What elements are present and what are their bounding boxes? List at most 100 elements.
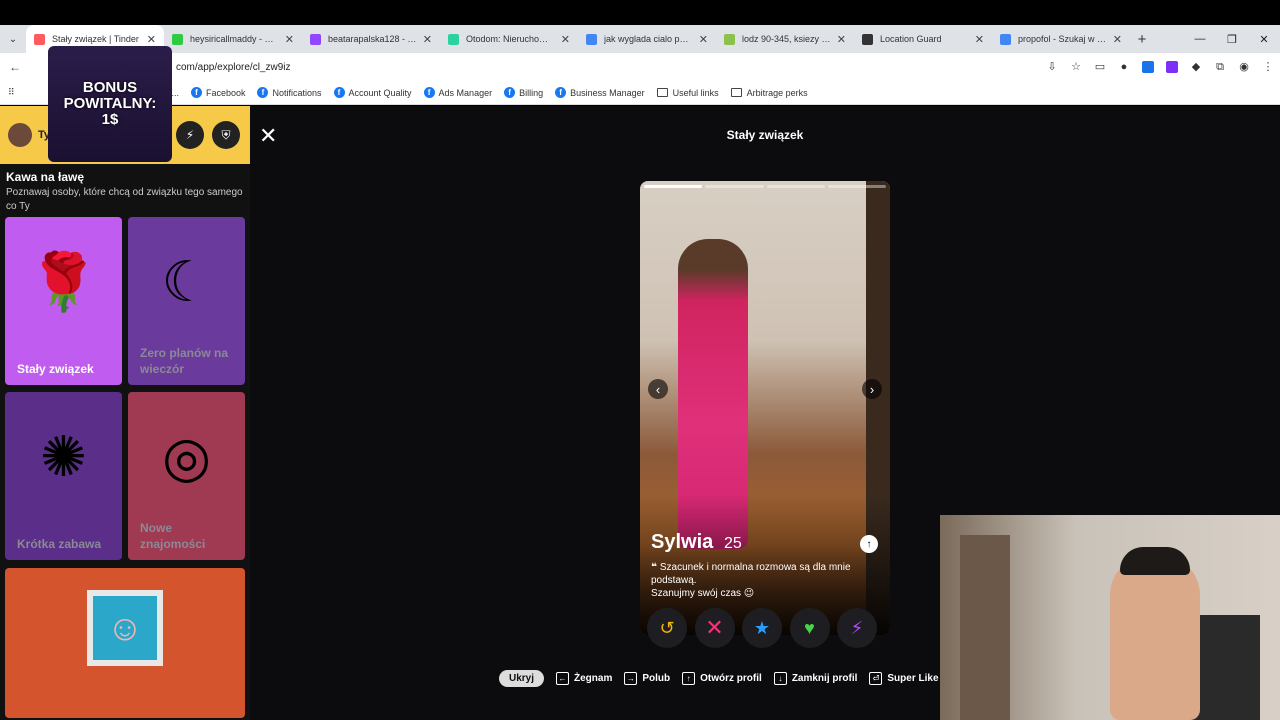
tab-4[interactable]: jak wyglada cialo pogryz ✕: [578, 25, 716, 53]
tab-5[interactable]: lodz 90-345, ksiezy mlyn ✕: [716, 25, 854, 53]
bookmark-2[interactable]: f Account Quality: [333, 87, 412, 98]
promo-line-2: POWITALNY:: [63, 95, 157, 112]
section-subtitle: Poznawaj osoby, które chcą od związku te…: [6, 187, 243, 212]
bookmark-1[interactable]: f Notifications: [257, 87, 322, 98]
tab-close-icon[interactable]: ✕: [699, 33, 708, 46]
shortcut-2: ↑ Otwórz profil: [682, 671, 762, 685]
quote-icon: ❝: [651, 562, 657, 573]
tab-close-icon[interactable]: ✕: [837, 33, 846, 46]
explore-card-4[interactable]: ◎ Nowe znajomości: [128, 392, 245, 560]
explore-card-5[interactable]: ☺: [5, 568, 245, 718]
tab-close-icon[interactable]: ✕: [285, 33, 294, 46]
menu-icon[interactable]: ⋮: [1262, 61, 1274, 73]
shortcut-label: Polub: [642, 672, 671, 684]
top-strip: [0, 0, 1280, 25]
minimize-icon[interactable]: —: [1184, 25, 1216, 53]
tab-7[interactable]: propofol - Szukaj w Goog ✕: [992, 25, 1130, 53]
bookmark-4[interactable]: f Billing: [504, 87, 543, 98]
explore-sidebar: Ty ⚡ ⛨ Kawa na ławę Poznawaj osoby, któr…: [0, 106, 250, 720]
card-art-icon: ✺: [40, 425, 87, 488]
avatar[interactable]: [8, 123, 32, 147]
tab-close-icon[interactable]: ✕: [1113, 33, 1122, 46]
like-button[interactable]: ♥: [789, 608, 830, 648]
explore-card-3[interactable]: ✺ Krótka zabawa: [5, 392, 122, 560]
tab-1[interactable]: heysiricallmaddy - Watch ✕: [164, 25, 302, 53]
tab-favicon-icon: [448, 33, 459, 45]
facebook-icon: f: [257, 87, 269, 98]
hide-shortcuts-button[interactable]: Ukryj: [499, 669, 545, 687]
photo-bar: [827, 185, 886, 188]
tab-2[interactable]: beatarapalska128 - Twitch ✕: [302, 25, 440, 53]
nope-button[interactable]: ✕: [694, 608, 735, 648]
extension-blue-icon[interactable]: [1142, 61, 1154, 73]
bookmark-6[interactable]: Useful links: [656, 87, 719, 98]
extensions-puzzle-icon[interactable]: ⧉: [1214, 61, 1226, 73]
shortcut-label: Super Like: [887, 672, 939, 684]
extension-shield-icon[interactable]: ◆: [1190, 61, 1202, 73]
tab-favicon-icon: [172, 33, 183, 45]
section-title: Kawa na ławę: [6, 170, 85, 184]
bookmark-3[interactable]: f Ads Manager: [423, 87, 492, 98]
rewind-button[interactable]: ↺: [647, 608, 687, 648]
rewind-icon: ↺: [659, 617, 675, 638]
tab-6[interactable]: Location Guard ✕: [854, 25, 992, 53]
tab-title: jak wyglada cialo pogryz: [604, 34, 693, 44]
url-field[interactable]: com/app/explore/cl_zw9iz: [176, 62, 291, 73]
prev-photo-icon[interactable]: ‹: [648, 379, 668, 399]
explore-card-1[interactable]: 🌹 Stały związek: [5, 217, 122, 385]
photo-progress: [644, 185, 886, 188]
extension-icon[interactable]: ●: [1118, 61, 1130, 73]
shortcut-label: Otwórz profil: [700, 672, 762, 684]
back-icon[interactable]: ←: [4, 60, 26, 74]
profile-icon[interactable]: ◉: [1238, 61, 1250, 73]
next-photo-icon[interactable]: ›: [862, 379, 882, 399]
tab-favicon-icon: [586, 33, 597, 45]
card-label: Krótka zabawa: [17, 537, 102, 551]
install-icon[interactable]: ⇩: [1046, 61, 1058, 73]
tab-close-icon[interactable]: ✕: [423, 33, 432, 46]
tab-close-icon[interactable]: ✕: [975, 33, 984, 46]
apps-icon[interactable]: ⠿: [8, 87, 15, 98]
tab-3[interactable]: Otodom: Nieruchomości, ✕: [440, 25, 578, 53]
tab-list-dropdown-icon[interactable]: ⌄: [0, 25, 26, 53]
super-like-button[interactable]: ★: [742, 608, 782, 648]
tab-title: beatarapalska128 - Twitch: [328, 34, 417, 44]
photo-bar: [644, 185, 703, 188]
folder-icon: [730, 88, 742, 97]
tab-favicon-icon: [862, 33, 873, 45]
x-icon: ✕: [705, 615, 724, 640]
explore-card-2[interactable]: ☾ Zero planów na wieczór: [128, 217, 245, 385]
camera-icon[interactable]: ▭: [1094, 61, 1106, 73]
tab-title: Otodom: Nieruchomości,: [466, 34, 555, 44]
toolbar-icons: ⇩ ☆ ▭ ● ◆ ⧉ ◉ ⋮: [1046, 53, 1274, 81]
card-label: Zero planów na wieczór: [140, 346, 229, 376]
bookmark-label: Facebook: [205, 87, 246, 98]
close-window-icon[interactable]: ✕: [1248, 25, 1280, 53]
bookmark-5[interactable]: f Business Manager: [555, 87, 645, 98]
extension-purple-icon[interactable]: [1166, 61, 1178, 73]
bookmark-label: Useful links: [672, 87, 719, 98]
open-profile-icon[interactable]: ↑: [860, 535, 878, 553]
tabs-container: Stały związek | Tinder ✕ heysiricallmaddy …: [26, 25, 1130, 53]
shield-icon[interactable]: ⛨: [212, 121, 240, 149]
key-icon: ↑: [682, 671, 696, 685]
boost-icon[interactable]: ⚡: [176, 121, 204, 149]
new-tab-button[interactable]: +: [1130, 31, 1154, 48]
lightning-icon: ⚡: [850, 617, 864, 638]
tab-title: propofol - Szukaj w Goog: [1018, 34, 1107, 44]
maximize-icon[interactable]: ❐: [1216, 25, 1248, 53]
promo-banner[interactable]: CASH4STORM BONUS POWITALNY: 1$: [48, 24, 172, 162]
bookmark-star-icon[interactable]: ☆: [1070, 61, 1082, 73]
profile-bio: ❝ Szacunek i normalna rozmowa są dla mnie…: [651, 561, 871, 600]
promo-line-3: 1$: [101, 111, 119, 128]
bookmark-0[interactable]: f Facebook: [190, 87, 246, 98]
profile-card[interactable]: ‹ › Sylwia 25 ↑ ❝ Szacunek i normalna roz…: [640, 181, 890, 635]
bookmark-7[interactable]: Arbitrage perks: [730, 87, 808, 98]
facebook-icon: f: [423, 87, 435, 98]
promo-line-1: BONUS: [82, 79, 138, 96]
boost-button[interactable]: ⚡: [837, 608, 877, 648]
bookmark-label: Business Manager: [570, 87, 645, 98]
tab-favicon-icon: [724, 33, 735, 45]
facebook-icon: f: [555, 87, 567, 98]
tab-close-icon[interactable]: ✕: [561, 33, 570, 46]
